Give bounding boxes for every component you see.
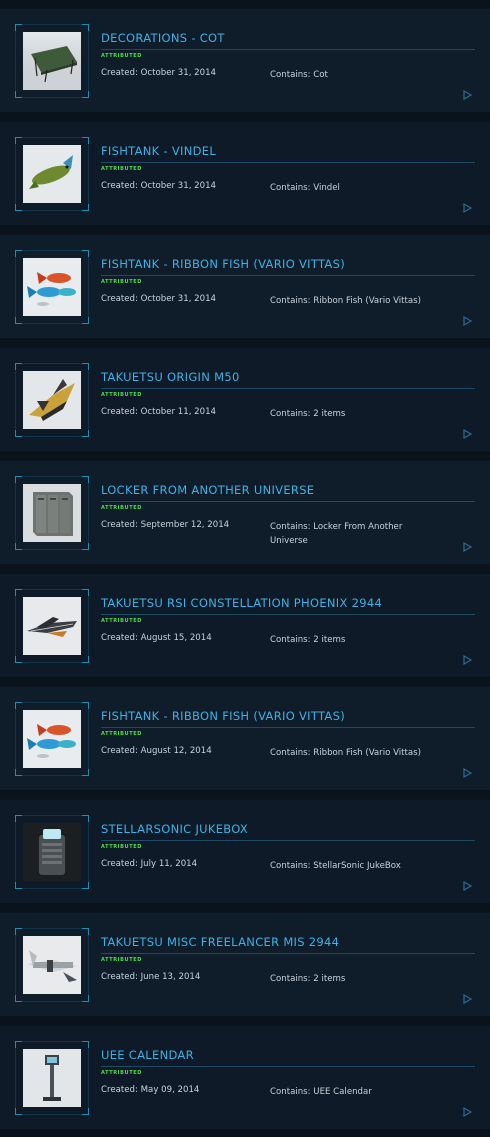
pledge-thumbnail-frame[interactable] [15, 1041, 89, 1115]
created-date: Created: October 11, 2014 [101, 407, 217, 417]
attributed-badge: ATTRIBUTED [101, 505, 142, 511]
play-triangle-icon[interactable] [462, 311, 473, 327]
pledge-thumbnail [23, 936, 81, 994]
pledge-item[interactable]: DECORATIONS - COT ATTRIBUTED Created: Octo… [0, 8, 490, 112]
pledge-item[interactable]: UEE CALENDAR ATTRIBUTED Created: May 09, 2… [0, 1025, 490, 1129]
contains-text: Contains: Ribbon Fish (Vario Vittas) [270, 296, 421, 306]
play-triangle-icon[interactable] [462, 85, 473, 101]
created-date: Created: June 13, 2014 [101, 972, 201, 982]
attributed-badge: ATTRIBUTED [101, 731, 142, 737]
pledge-title[interactable]: DECORATIONS - COT [101, 31, 475, 45]
play-triangle-icon[interactable] [462, 989, 473, 1005]
pledge-thumbnail [23, 484, 81, 542]
created-date: Created: October 31, 2014 [101, 294, 217, 304]
title-divider [101, 49, 475, 50]
created-date: Created: May 09, 2014 [101, 1085, 200, 1095]
play-triangle-icon[interactable] [462, 876, 473, 892]
pledge-thumbnail [23, 371, 81, 429]
pledge-thumbnail [23, 1049, 81, 1107]
pledge-thumbnail [23, 258, 81, 316]
pledge-item[interactable]: FISHTANK - RIBBON FISH (VARIO VITTAS) ATT… [0, 686, 490, 790]
created-date: Created: August 15, 2014 [101, 633, 212, 643]
contains-text: Contains: Vindel [270, 183, 340, 193]
created-date: Created: September 12, 2014 [101, 520, 230, 530]
pledge-title[interactable]: FISHTANK - VINDEL [101, 144, 475, 158]
created-date: Created: July 11, 2014 [101, 859, 198, 869]
contains-text: Contains: UEE Calendar [270, 1087, 372, 1097]
play-triangle-icon[interactable] [462, 537, 473, 553]
contains-text: Contains: 2 items [270, 409, 346, 419]
contains-text: Contains: Cot [270, 70, 328, 80]
pledge-title[interactable]: FISHTANK - RIBBON FISH (VARIO VITTAS) [101, 709, 475, 723]
pledge-thumbnail-frame[interactable] [15, 702, 89, 776]
pledge-item[interactable]: STELLARSONIC JUKEBOX ATTRIBUTED Created: J… [0, 799, 490, 903]
title-divider [101, 501, 475, 502]
attributed-badge: ATTRIBUTED [101, 1070, 142, 1076]
title-divider [101, 840, 475, 841]
attributed-badge: ATTRIBUTED [101, 166, 142, 172]
play-triangle-icon[interactable] [462, 424, 473, 440]
pledge-item[interactable]: TAKUETSU MISC FREELANCER MIS 2944 ATTRIBU… [0, 912, 490, 1016]
pledge-title[interactable]: TAKUETSU RSI CONSTELLATION PHOENIX 2944 [101, 596, 475, 610]
pledge-thumbnail-frame[interactable] [15, 250, 89, 324]
created-date: Created: October 31, 2014 [101, 181, 217, 191]
play-triangle-icon[interactable] [462, 1102, 473, 1118]
title-divider [101, 727, 475, 728]
attributed-badge: ATTRIBUTED [101, 392, 142, 398]
title-divider [101, 1066, 475, 1067]
attributed-badge: ATTRIBUTED [101, 618, 142, 624]
pledge-thumbnail [23, 823, 81, 881]
contains-text: Contains: 2 items [270, 974, 346, 984]
created-date: Created: October 31, 2014 [101, 68, 217, 78]
contains-text: Contains: 2 items [270, 635, 346, 645]
pledge-title[interactable]: LOCKER FROM ANOTHER UNIVERSE [101, 483, 475, 497]
pledge-item[interactable]: TAKUETSU RSI CONSTELLATION PHOENIX 2944 A… [0, 573, 490, 677]
pledge-title[interactable]: STELLARSONIC JUKEBOX [101, 822, 475, 836]
attributed-badge: ATTRIBUTED [101, 844, 142, 850]
attributed-badge: ATTRIBUTED [101, 279, 142, 285]
created-date: Created: August 12, 2014 [101, 746, 212, 756]
pledge-thumbnail [23, 145, 81, 203]
pledge-thumbnail [23, 32, 81, 90]
pledge-item[interactable]: LOCKER FROM ANOTHER UNIVERSE ATTRIBUTED Cr… [0, 460, 490, 564]
play-triangle-icon[interactable] [462, 650, 473, 666]
attributed-badge: ATTRIBUTED [101, 957, 142, 963]
title-divider [101, 953, 475, 954]
pledge-thumbnail-frame[interactable] [15, 476, 89, 550]
pledge-thumbnail-frame[interactable] [15, 363, 89, 437]
pledge-title[interactable]: TAKUETSU MISC FREELANCER MIS 2944 [101, 935, 475, 949]
pledge-thumbnail-frame[interactable] [15, 24, 89, 98]
pledge-thumbnail-frame[interactable] [15, 815, 89, 889]
pledge-title[interactable]: FISHTANK - RIBBON FISH (VARIO VITTAS) [101, 257, 475, 271]
pledge-thumbnail-frame[interactable] [15, 137, 89, 211]
pledge-thumbnail [23, 710, 81, 768]
title-divider [101, 388, 475, 389]
play-triangle-icon[interactable] [462, 763, 473, 779]
pledge-thumbnail-frame[interactable] [15, 589, 89, 663]
title-divider [101, 614, 475, 615]
pledge-thumbnail-frame[interactable] [15, 928, 89, 1002]
title-divider [101, 275, 475, 276]
contains-text: Contains: StellarSonic JukeBox [270, 861, 401, 871]
pledge-thumbnail [23, 597, 81, 655]
pledge-item[interactable]: FISHTANK - RIBBON FISH (VARIO VITTAS) ATT… [0, 234, 490, 338]
title-divider [101, 162, 475, 163]
pledge-item[interactable]: FISHTANK - VINDEL ATTRIBUTED Created: Octo… [0, 121, 490, 225]
pledge-title[interactable]: UEE CALENDAR [101, 1048, 475, 1062]
contains-text: Contains: Locker From Another Universe [270, 522, 403, 546]
pledge-title[interactable]: TAKUETSU ORIGIN M50 [101, 370, 475, 384]
play-triangle-icon[interactable] [462, 198, 473, 214]
pledge-item[interactable]: TAKUETSU ORIGIN M50 ATTRIBUTED Created: Oc… [0, 347, 490, 451]
contains-text: Contains: Ribbon Fish (Vario Vittas) [270, 748, 421, 758]
attributed-badge: ATTRIBUTED [101, 53, 142, 59]
